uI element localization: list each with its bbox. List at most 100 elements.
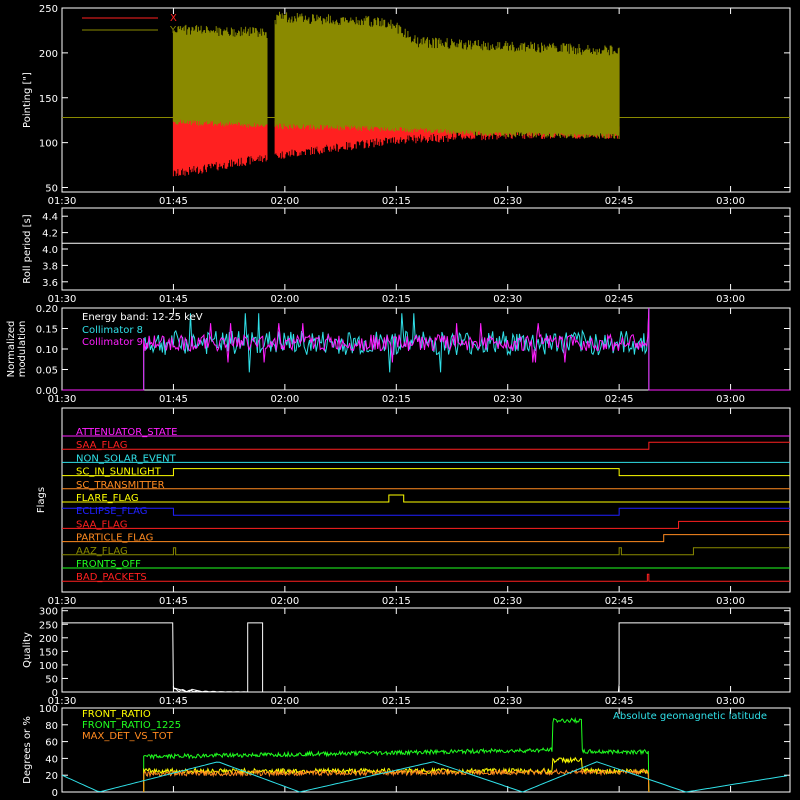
flag-label: BAD_PACKETS — [76, 572, 147, 583]
x-tick-label: 02:15 — [382, 696, 411, 707]
flag-line — [62, 468, 790, 477]
x-tick-label: 02:00 — [270, 294, 299, 305]
x-tick-label: 01:30 — [48, 196, 77, 207]
x-tick-label: 03:00 — [716, 196, 745, 207]
flag-label: FRONTS_OFF — [76, 559, 141, 570]
y-tick-label: 100 — [39, 661, 58, 672]
y-tick-label: 200 — [39, 634, 58, 645]
y-tick-label: 200 — [39, 49, 58, 60]
x-tick-label: 02:30 — [493, 294, 522, 305]
x-tick-label: 02:45 — [605, 596, 634, 607]
x-tick-label: 02:00 — [270, 196, 299, 207]
y-tick-label: 3.8 — [42, 261, 58, 272]
y-tick-label: 0.15 — [36, 325, 58, 336]
legend-label: MAX_DET_VS_TOT — [82, 731, 174, 742]
legend-label: Collimator 9 — [82, 337, 143, 348]
x-tick-label: 03:00 — [716, 394, 745, 405]
y-tick-label: 80 — [45, 721, 58, 732]
x-tick-label: 03:00 — [716, 696, 745, 707]
y-tick-label: 100 — [39, 139, 58, 150]
y-axis-label: Quality — [22, 632, 33, 668]
flag-label: AAZ_FLAG — [76, 546, 128, 557]
y-tick-label: 150 — [39, 94, 58, 105]
legend-label: Collimator 8 — [82, 325, 143, 336]
flag-label: SC_TRANSMITTER — [76, 480, 165, 491]
y-tick-label: 4.4 — [42, 212, 58, 223]
y-tick-label: 100 — [39, 704, 58, 715]
y-tick-label: 0.20 — [36, 304, 58, 315]
y-tick-label: 50 — [45, 674, 58, 685]
y-tick-label: 0 — [52, 788, 58, 799]
x-tick-label: 02:15 — [382, 196, 411, 207]
x-tick-label: 01:45 — [159, 196, 188, 207]
x-tick-label: 02:45 — [605, 196, 634, 207]
flag-line — [62, 573, 790, 582]
y-axis-label: Roll period [s] — [22, 214, 33, 283]
flag-line — [62, 520, 790, 529]
x-tick-label: 02:30 — [493, 696, 522, 707]
y-tick-label: 20 — [45, 771, 58, 782]
plot-frame-roll — [61, 207, 791, 291]
y-tick-label: 300 — [39, 607, 58, 618]
flag-line — [62, 441, 790, 450]
flag-label: PARTICLE_FLAG — [76, 533, 153, 544]
y-tick-label: 250 — [39, 620, 58, 631]
chart-figure: 01:30 01:45 02:00 02:15 02:30 02:45 03:00 50 100… — [0, 0, 800, 800]
flag-line — [62, 494, 790, 503]
plot-frame-quality — [61, 607, 791, 693]
y-axis-label: modulation — [17, 321, 28, 378]
x-tick-label: 01:30 — [48, 596, 77, 607]
legend-label: FRONT_RATIO — [82, 709, 151, 720]
y-tick-label: 60 — [45, 738, 58, 749]
series-line — [61, 761, 788, 793]
flag-line — [62, 534, 790, 543]
y-tick-label: 50 — [45, 184, 58, 195]
y-tick-label: 3.6 — [42, 278, 58, 289]
x-tick-label: 02:45 — [605, 394, 634, 405]
x-tick-label: 02:00 — [270, 394, 299, 405]
quality-line — [62, 622, 790, 693]
quality-oscillation — [173, 688, 248, 693]
x-tick-label: 02:30 — [493, 596, 522, 607]
y-tick-label: 250 — [39, 4, 58, 15]
y-axis-label: Flags — [36, 487, 47, 513]
x-tick-label: 01:45 — [159, 596, 188, 607]
x-tick-label: 02:00 — [270, 696, 299, 707]
x-tick-label: 01:45 — [159, 394, 188, 405]
x-tick-label: 03:00 — [716, 596, 745, 607]
x-tick-label: 02:30 — [493, 394, 522, 405]
flag-label: FLARE_FLAG — [76, 493, 139, 504]
flag-label: ATTENUATOR_STATE — [76, 427, 177, 438]
y-tick-label: 4.2 — [42, 229, 58, 240]
chart-canvas: 01:30 01:45 02:00 02:15 02:30 02:45 03:00 50 100… — [6, 4, 791, 799]
y-tick-label: 0 — [52, 688, 58, 699]
flag-label: SC_IN_SUNLIGHT — [76, 467, 162, 478]
y-tick-label: 0.05 — [36, 366, 58, 377]
y-tick-label: 150 — [39, 647, 58, 658]
energy-band-annotation: Energy band: 12-25 keV — [82, 312, 203, 323]
x-tick-label: 02:15 — [382, 394, 411, 405]
legend-label: Y — [169, 25, 177, 36]
flag-line — [62, 507, 790, 516]
y-tick-label: 0.00 — [36, 386, 58, 397]
flag-label: NON_SOLAR_EVENT — [76, 453, 177, 464]
series-line — [143, 717, 650, 793]
y-tick-label: 0.10 — [36, 345, 58, 356]
x-tick-label: 02:30 — [493, 196, 522, 207]
geomagnetic-latitude-label: Absolute geomagnetic latitude — [613, 711, 767, 722]
x-tick-label: 01:45 — [159, 294, 188, 305]
x-tick-label: 01:45 — [159, 696, 188, 707]
x-tick-label: 02:15 — [382, 294, 411, 305]
y-axis-label: Pointing ["] — [22, 72, 33, 128]
legend-label: X — [170, 13, 177, 24]
flag-label: ECLIPSE_FLAG — [76, 506, 147, 517]
y-tick-label: 4.0 — [42, 245, 58, 256]
y-axis-label: Degrees or % — [22, 716, 33, 784]
flag-label: SAA_FLAG — [76, 519, 127, 530]
y-tick-label: 40 — [45, 754, 58, 765]
legend-label: FRONT_RATIO_1225 — [82, 720, 181, 731]
x-tick-label: 02:45 — [605, 294, 634, 305]
x-tick-label: 02:45 — [605, 696, 634, 707]
x-tick-label: 03:00 — [716, 294, 745, 305]
x-tick-label: 02:00 — [270, 596, 299, 607]
